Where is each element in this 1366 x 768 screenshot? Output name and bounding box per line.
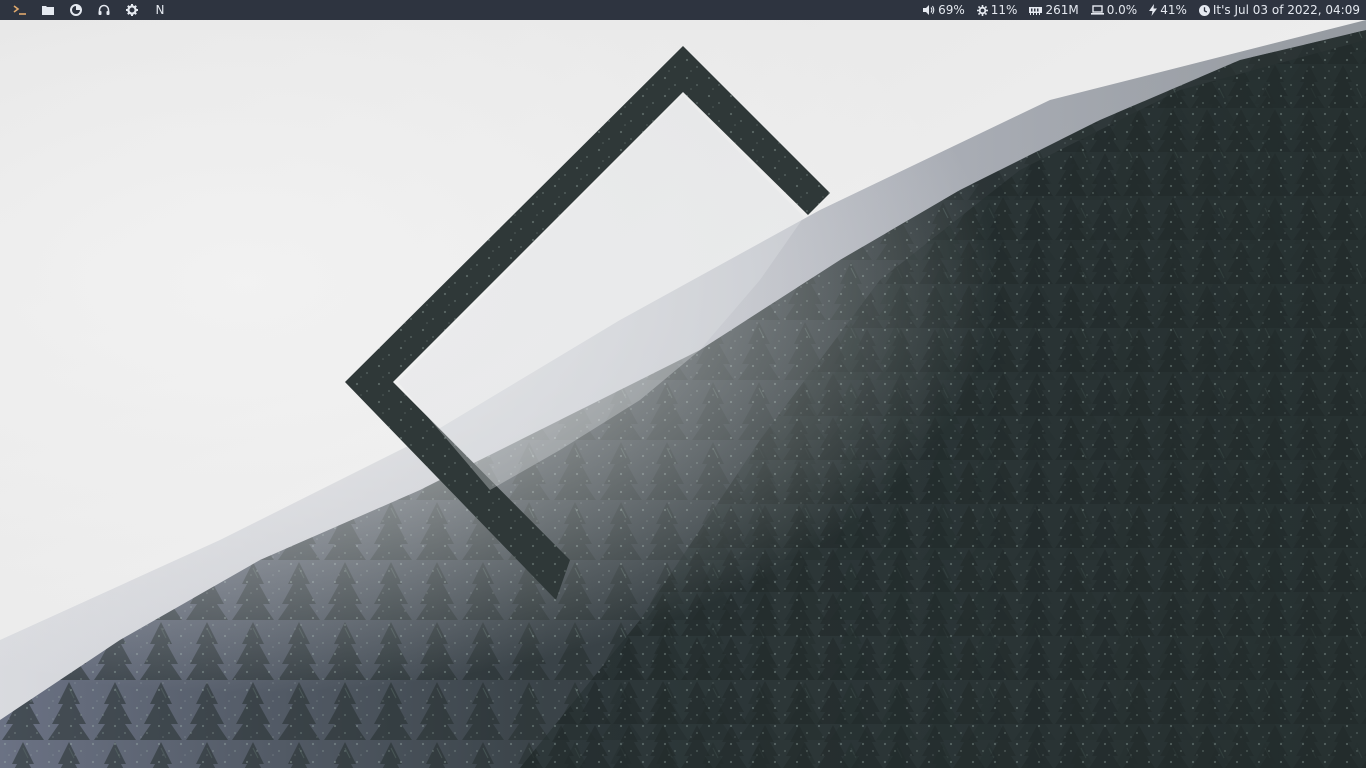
- music-launcher[interactable]: [90, 0, 118, 20]
- desktop-wallpaper: [0, 20, 1366, 768]
- notes-launcher[interactable]: N: [146, 0, 174, 20]
- disk-value: 0.0%: [1106, 3, 1138, 17]
- memory-icon: [1029, 6, 1043, 15]
- laptop-icon: [1090, 5, 1104, 15]
- memory-module: 261M: [1029, 3, 1079, 17]
- clock-value: It's Jul 03 of 2022, 04:09: [1212, 3, 1360, 17]
- battery-value: 41%: [1160, 3, 1187, 17]
- terminal-launcher[interactable]: [6, 0, 34, 20]
- notes-icon: N: [155, 3, 165, 17]
- desktop: N 69% 11% 261M 0.0% 41% It's Jul 03 of 2…: [0, 0, 1366, 768]
- browser-icon: [70, 4, 82, 16]
- browser-launcher[interactable]: [62, 0, 90, 20]
- cpu-icon: [976, 4, 988, 16]
- terminal-icon: [13, 5, 26, 15]
- volume-icon: [923, 5, 935, 15]
- forest-wallpaper-image: [0, 20, 1366, 768]
- folder-icon: [42, 6, 54, 15]
- cpu-value: 11%: [990, 3, 1018, 17]
- clock-icon: [1198, 4, 1210, 16]
- volume-module[interactable]: 69%: [923, 3, 965, 17]
- disk-module: 0.0%: [1090, 3, 1138, 17]
- app-launchers: N: [0, 0, 174, 20]
- headphones-icon: [98, 4, 110, 15]
- memory-value: 261M: [1045, 3, 1079, 17]
- status-modules: 69% 11% 261M 0.0% 41% It's Jul 03 of 202…: [911, 0, 1366, 20]
- settings-launcher[interactable]: [118, 0, 146, 20]
- cpu-module: 11%: [976, 3, 1018, 17]
- volume-value: 69%: [938, 3, 965, 17]
- settings-icon: [126, 4, 138, 16]
- battery-module: 41%: [1149, 3, 1187, 17]
- file-manager-launcher[interactable]: [34, 0, 62, 20]
- clock-module[interactable]: It's Jul 03 of 2022, 04:09: [1198, 3, 1360, 17]
- battery-bolt-icon: [1149, 4, 1158, 16]
- top-panel: N 69% 11% 261M 0.0% 41% It's Jul 03 of 2…: [0, 0, 1366, 20]
